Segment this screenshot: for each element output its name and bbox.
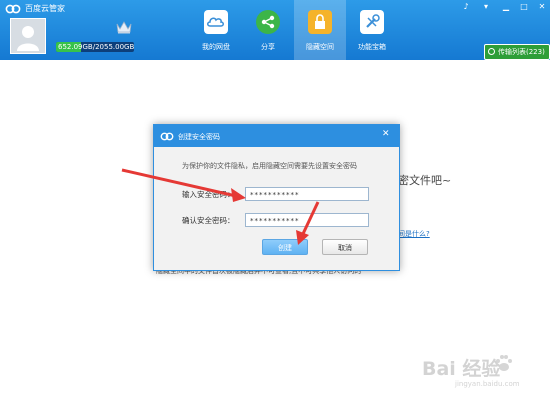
nav-my-disk[interactable]: 我的网盘: [190, 0, 242, 60]
nav-toolbox[interactable]: 功能宝箱: [346, 0, 398, 60]
nav-label: 分享: [261, 43, 275, 51]
top-bar: 百度云管家 652.09GB/2055.00GB 我的网盘 分享 隐藏空间 功能…: [0, 0, 550, 60]
watermark-text: Bai 经验: [422, 358, 501, 380]
transfer-list-label: 传输列表(223): [498, 48, 545, 56]
notification-bell-icon[interactable]: ♪: [460, 2, 472, 12]
minimize-icon[interactable]: ▁: [500, 2, 512, 12]
password-input[interactable]: ***********: [245, 187, 369, 201]
transfer-list-button[interactable]: 传输列表(223): [484, 44, 550, 60]
what-is-hidden-space-link[interactable]: 间是什么?: [398, 229, 430, 239]
cloud-icon: [204, 10, 228, 34]
toolbox-icon: [360, 10, 384, 34]
menu-icon[interactable]: ▾: [480, 2, 492, 12]
nav-share[interactable]: 分享: [242, 0, 294, 60]
lock-icon: [308, 10, 332, 34]
dialog-description: 为保护你的文件隐私，启用隐藏空间需要先设置安全密码: [182, 162, 357, 170]
cancel-button[interactable]: 取消: [322, 239, 368, 255]
dialog-title: 创建安全密码: [178, 133, 220, 141]
nav-label: 功能宝箱: [358, 43, 386, 51]
storage-quota-bar: 652.09GB/2055.00GB: [56, 42, 134, 52]
user-silhouette-icon: [17, 26, 39, 51]
transfer-status-icon: [488, 48, 495, 55]
crown-icon[interactable]: [116, 20, 132, 34]
nav-hidden-space[interactable]: 隐藏空间: [294, 0, 346, 60]
nav-label: 隐藏空间: [306, 43, 334, 51]
watermark-url: jingyan.baidu.com: [455, 380, 520, 388]
dialog-close-icon[interactable]: ✕: [382, 129, 390, 139]
maximize-icon[interactable]: □: [518, 2, 530, 12]
nav-label: 我的网盘: [202, 43, 230, 51]
password-label: 输入安全密码：: [182, 190, 235, 199]
avatar[interactable]: [10, 18, 46, 54]
close-icon[interactable]: ✕: [536, 2, 548, 12]
confirm-password-input[interactable]: ***********: [245, 213, 369, 227]
dialog-header: 创建安全密码 ✕: [154, 125, 399, 147]
baidu-cloud-logo-icon: [160, 132, 174, 141]
storage-quota-text: 652.09GB/2055.00GB: [58, 43, 134, 51]
baidu-cloud-logo-icon: [5, 4, 21, 14]
create-button[interactable]: 创建: [262, 239, 308, 255]
dialog-body: 为保护你的文件隐私，启用隐藏空间需要先设置安全密码 输入安全密码： ******…: [154, 147, 399, 270]
confirm-password-label: 确认安全密码：: [182, 216, 235, 225]
app-title: 百度云管家: [25, 4, 65, 13]
hidden-space-intro-text: 密文件吧~: [398, 174, 452, 187]
share-icon: [256, 10, 280, 34]
create-password-dialog: 创建安全密码 ✕ 为保护你的文件隐私，启用隐藏空间需要先设置安全密码 输入安全密…: [153, 124, 400, 271]
